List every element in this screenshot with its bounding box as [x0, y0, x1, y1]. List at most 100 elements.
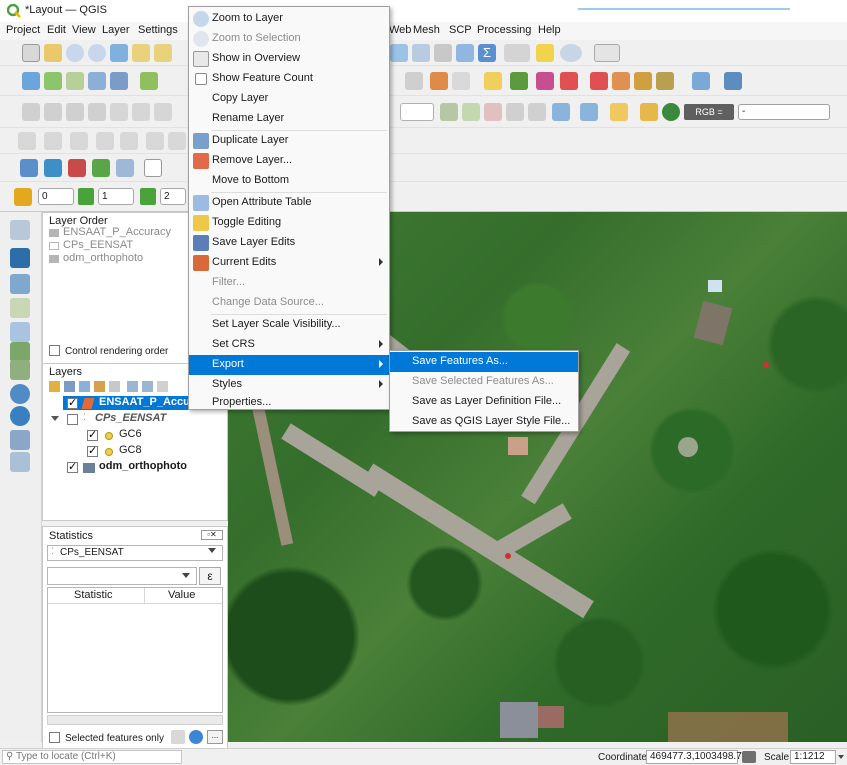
node-tool-icon[interactable] — [462, 103, 480, 121]
coordinate-toggle-icon[interactable] — [742, 751, 756, 763]
menu-item-copy-layer[interactable]: Copy Layer — [189, 89, 389, 109]
digitize-e-icon[interactable] — [110, 103, 128, 121]
menu-mesh[interactable]: Mesh — [413, 24, 440, 36]
layout-more-icon[interactable] — [168, 132, 186, 150]
menu-item-filter[interactable]: Filter... — [189, 273, 389, 293]
locator-search-input[interactable]: ⚲ Type to locate (Ctrl+K) — [2, 750, 182, 764]
rgb-combo[interactable]: RGB = — [684, 104, 734, 120]
menu-item-zoom-to-selection[interactable]: Zoom to Selection — [189, 29, 389, 49]
add-vector-layer-icon[interactable] — [44, 72, 62, 90]
page-spin-2[interactable]: 1 — [98, 188, 134, 205]
pan-to-selection-icon[interactable] — [44, 44, 62, 62]
scale-combo[interactable]: 1:1212 — [790, 750, 836, 764]
control-rendering-checkbox[interactable] — [49, 345, 60, 356]
menu-edit[interactable]: Edit — [47, 24, 66, 36]
menu-item-current-edits[interactable]: Current Edits — [189, 253, 389, 273]
filter-expression-icon[interactable] — [109, 381, 120, 392]
page-spin-1[interactable]: 0 — [38, 188, 74, 205]
menu-scp[interactable]: SCP — [449, 24, 472, 36]
label-d-icon[interactable] — [560, 72, 578, 90]
select-by-value-icon[interactable] — [580, 103, 598, 121]
layer-visibility-checkbox[interactable] — [67, 414, 78, 425]
layer-name[interactable]: odm_orthophoto — [99, 460, 187, 472]
copy-icon[interactable] — [171, 730, 185, 744]
add-chart-icon[interactable] — [68, 159, 86, 177]
label-a-icon[interactable] — [484, 72, 502, 90]
statistics-icon[interactable]: Σ — [478, 44, 496, 62]
menu-view[interactable]: View — [72, 24, 96, 36]
text-annotation-icon[interactable] — [594, 44, 620, 62]
add-mssql-icon[interactable] — [10, 430, 30, 450]
pin-labels-icon[interactable] — [430, 72, 448, 90]
label-b-icon[interactable] — [510, 72, 528, 90]
redo-icon[interactable] — [44, 132, 62, 150]
attribute-table-icon[interactable] — [412, 44, 430, 62]
add-raster-icon[interactable] — [10, 248, 30, 268]
layer-order-item[interactable]: odm_orthophoto — [63, 252, 143, 264]
horizontal-scrollbar[interactable] — [47, 715, 223, 725]
selected-only-checkbox[interactable] — [49, 732, 60, 743]
add-arcgis-icon[interactable] — [10, 342, 30, 362]
submenu-item-save-features-as[interactable]: Save Features As... — [390, 352, 578, 372]
zoom-out-icon[interactable] — [88, 44, 106, 62]
sublayer-name[interactable]: GC8 — [119, 444, 142, 456]
label-e-icon[interactable] — [590, 72, 608, 90]
data-source-manager-icon[interactable] — [22, 72, 40, 90]
menu-item-rename-layer[interactable]: Rename Layer — [189, 109, 389, 129]
menu-item-open-attribute-table[interactable]: Open Attribute Table — [189, 193, 389, 213]
layer-name[interactable]: CPs_EENSAT — [95, 412, 166, 424]
sublayer-checkbox[interactable] — [87, 428, 98, 441]
menu-item-move-to-bottom[interactable]: Move to Bottom — [189, 171, 389, 191]
menu-item-zoom-to-layer[interactable]: Zoom to Layer — [189, 9, 389, 29]
label-tool-icon[interactable] — [405, 72, 423, 90]
menu-item-export[interactable]: Export — [189, 355, 389, 375]
collapse-arrow-icon[interactable] — [51, 416, 59, 422]
digitize-a-icon[interactable] — [22, 103, 40, 121]
dock-close-icon[interactable]: ▫✕ — [201, 530, 223, 540]
statistics-layer-combo[interactable]: ⁚ CPs_EENSAT — [47, 545, 223, 561]
copy-style-icon[interactable] — [70, 132, 88, 150]
add-picture-icon[interactable] — [44, 159, 62, 177]
layer-visibility-checkbox[interactable] — [67, 396, 78, 409]
digitize-d-icon[interactable] — [88, 103, 106, 121]
menu-item-set-scale-visibility[interactable]: Set Layer Scale Visibility... — [189, 315, 389, 335]
pan-icon[interactable] — [22, 44, 40, 62]
add-raster-layer-icon[interactable] — [66, 72, 84, 90]
zoom-in-icon[interactable] — [66, 44, 84, 62]
search-icon[interactable] — [560, 44, 582, 62]
expand-all-icon[interactable] — [127, 381, 138, 392]
submenu-item-save-selected-features-as[interactable]: Save Selected Features As... — [390, 372, 578, 392]
scp-zoom-icon[interactable] — [662, 103, 680, 121]
snapping-combo[interactable] — [400, 103, 434, 121]
menu-settings[interactable]: Settings — [138, 24, 188, 36]
add-scalebar-icon[interactable] — [116, 159, 134, 177]
zoom-selection-icon[interactable] — [132, 44, 150, 62]
menu-help[interactable]: Help — [538, 24, 561, 36]
sublayer-checkbox[interactable] — [87, 444, 98, 457]
label-h-icon[interactable] — [656, 72, 674, 90]
identify-icon[interactable] — [390, 44, 408, 62]
add-oracle-icon[interactable] — [10, 452, 30, 472]
new-layer-icon[interactable] — [110, 72, 128, 90]
column-header-statistic[interactable]: Statistic — [74, 589, 113, 601]
deselect-icon[interactable] — [610, 103, 628, 121]
add-point-icon[interactable] — [10, 220, 30, 240]
vertex-tool-icon[interactable] — [440, 103, 458, 121]
add-spatialite-icon[interactable] — [10, 406, 30, 426]
add-wfs-icon[interactable] — [10, 322, 30, 342]
help-icon[interactable] — [724, 72, 742, 90]
menu-item-properties[interactable]: Properties... — [189, 395, 389, 409]
digitize-b-icon[interactable] — [44, 103, 62, 121]
menu-project[interactable]: Project — [6, 24, 40, 36]
label-c-icon[interactable] — [536, 72, 554, 90]
add-virtual-layer-icon[interactable] — [10, 360, 30, 380]
layer-order-item[interactable]: ENSAAT_P_Accuracy — [63, 226, 171, 238]
menu-item-save-layer-edits[interactable]: Save Layer Edits — [189, 233, 389, 253]
expression-button[interactable]: ε — [199, 567, 221, 585]
paste-style-icon[interactable] — [96, 132, 114, 150]
delete-tool-icon[interactable] — [484, 103, 502, 121]
python-console-icon[interactable] — [692, 72, 710, 90]
rgb-value-combo[interactable]: - — [738, 104, 830, 120]
coordinate-field[interactable]: 469477.3,1003498.7 — [646, 750, 742, 764]
add-group-icon[interactable] — [64, 381, 75, 392]
